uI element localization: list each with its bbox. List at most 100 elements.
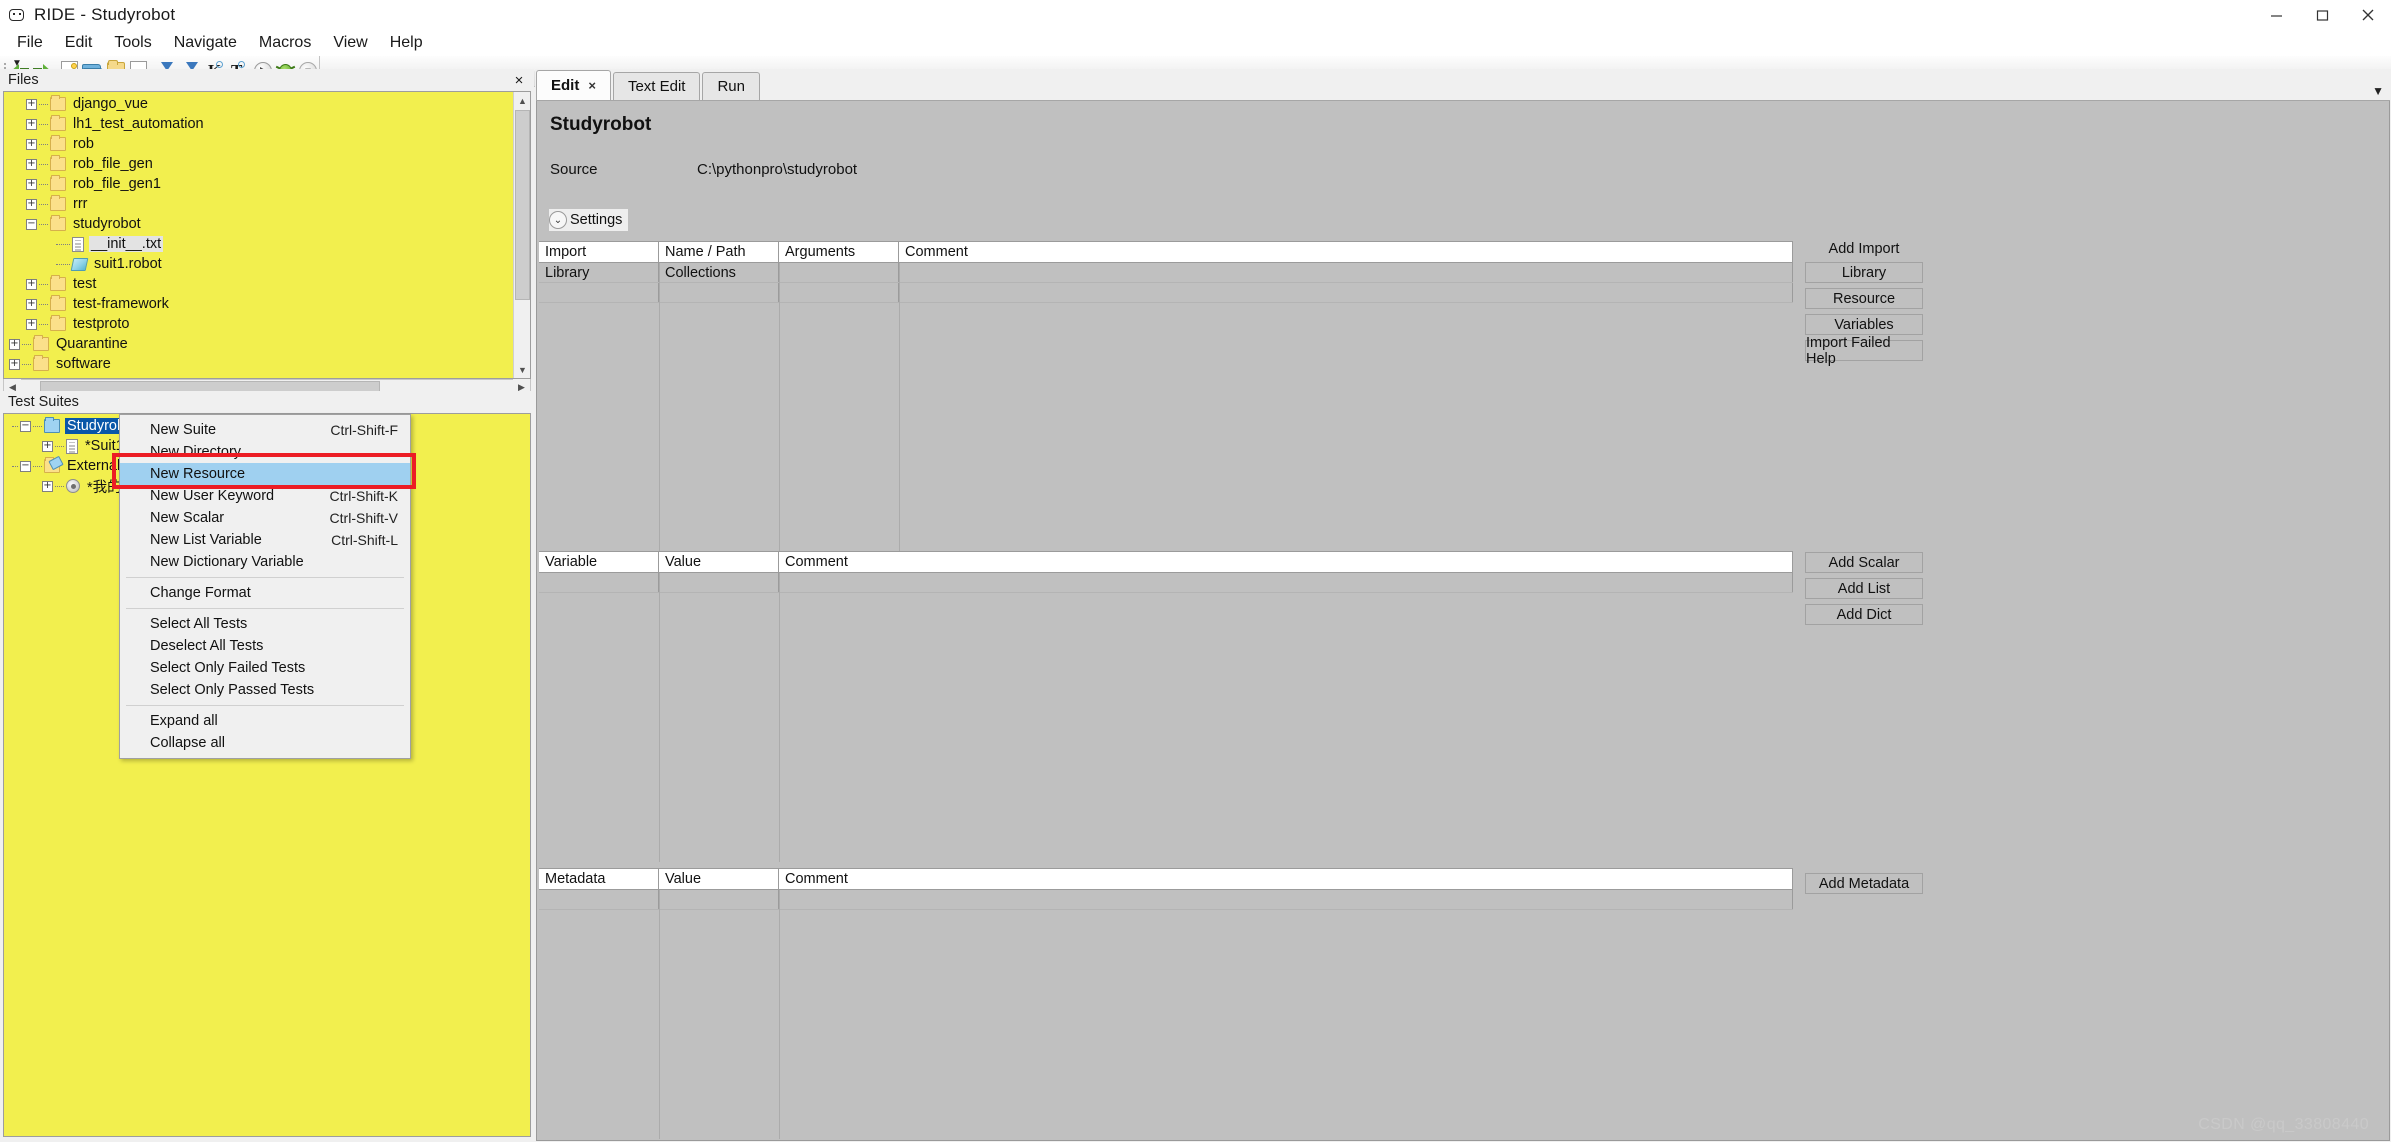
collapse-icon[interactable]: − <box>20 460 31 472</box>
menu-view[interactable]: View <box>322 32 378 54</box>
menu-item-change-format[interactable]: Change Format <box>120 582 410 604</box>
menu-tools[interactable]: Tools <box>103 32 162 54</box>
expander-icon[interactable]: + <box>26 118 37 130</box>
cell-empty[interactable] <box>899 283 1793 302</box>
expander-icon[interactable]: + <box>26 138 37 150</box>
collapse-icon[interactable]: − <box>20 420 31 432</box>
menu-item-new-scalar[interactable]: New Scalar Ctrl-Shift-V <box>120 507 410 529</box>
table-row[interactable] <box>539 890 1793 910</box>
settings-toggle[interactable]: ⌄ Settings <box>549 209 629 231</box>
menu-edit[interactable]: Edit <box>54 32 104 54</box>
tree-item[interactable]: + test <box>4 274 509 294</box>
collapse-icon[interactable]: − <box>26 218 37 230</box>
menu-item-collapse-all[interactable]: Collapse all <box>120 732 410 754</box>
tree-item[interactable]: + Quarantine <box>4 334 509 354</box>
tab-text-edit[interactable]: Text Edit <box>612 72 701 100</box>
cell-empty[interactable] <box>539 573 659 592</box>
tab-run[interactable]: Run <box>702 72 760 100</box>
tree-item[interactable]: + django_vue <box>4 94 509 114</box>
expander-icon[interactable]: + <box>26 158 37 170</box>
tree-item[interactable]: + test-framework <box>4 294 509 314</box>
variables-grid[interactable]: Variable Value Comment <box>539 551 1793 862</box>
close-button[interactable] <box>2345 0 2391 30</box>
add-list-button[interactable]: Add List <box>1805 578 1923 599</box>
expander-icon[interactable]: + <box>9 338 20 350</box>
cell-empty[interactable] <box>539 890 659 909</box>
files-tree-scrollbar[interactable]: ▲ ▼ <box>513 92 530 378</box>
menu-item-expand-all[interactable]: Expand all <box>120 710 410 732</box>
chevron-down-icon[interactable]: ⌄ <box>549 211 567 229</box>
add-metadata-button[interactable]: Add Metadata <box>1805 873 1923 894</box>
menu-item-new-dictionary-variable[interactable]: New Dictionary Variable <box>120 551 410 573</box>
scroll-up-icon[interactable]: ▲ <box>514 92 530 109</box>
menu-item-new-list-variable[interactable]: New List Variable Ctrl-Shift-L <box>120 529 410 551</box>
add-resource-button[interactable]: Resource <box>1805 288 1923 309</box>
expander-icon[interactable]: + <box>9 358 20 370</box>
add-variables-button[interactable]: Variables <box>1805 314 1923 335</box>
context-menu[interactable]: New Suite Ctrl-Shift-F New Directory New… <box>119 414 411 759</box>
menu-item-new-user-keyword[interactable]: New User Keyword Ctrl-Shift-K <box>120 485 410 507</box>
table-row[interactable]: Library Collections <box>539 263 1793 283</box>
imports-grid[interactable]: Import Name / Path Arguments Comment Lib… <box>539 241 1793 552</box>
tab-close-icon[interactable]: × <box>588 78 596 93</box>
add-dict-button[interactable]: Add Dict <box>1805 604 1923 625</box>
menu-navigate[interactable]: Navigate <box>163 32 248 54</box>
minimize-button[interactable] <box>2253 0 2299 30</box>
menu-item-select-all-tests[interactable]: Select All Tests <box>120 613 410 635</box>
expander-icon[interactable]: + <box>42 480 53 492</box>
menu-item-new-suite[interactable]: New Suite Ctrl-Shift-F <box>120 419 410 441</box>
tree-item[interactable]: + rob <box>4 134 509 154</box>
menu-item-deselect-all-tests[interactable]: Deselect All Tests <box>120 635 410 657</box>
menu-file[interactable]: File <box>6 32 54 54</box>
expander-icon[interactable]: + <box>26 198 37 210</box>
tree-item[interactable]: __init__.txt <box>4 234 509 254</box>
maximize-button[interactable] <box>2299 0 2345 30</box>
scrollbar-thumb[interactable] <box>515 110 530 300</box>
expander-icon[interactable]: + <box>42 440 53 452</box>
tree-item[interactable]: + testproto <box>4 314 509 334</box>
expander-icon[interactable]: + <box>26 298 37 310</box>
cell-empty[interactable] <box>779 890 1793 909</box>
close-icon[interactable]: × <box>511 72 527 89</box>
tree-item[interactable]: suit1.robot <box>4 254 509 274</box>
tree-item[interactable]: + rrr <box>4 194 509 214</box>
add-library-button[interactable]: Library <box>1805 262 1923 283</box>
tree-item[interactable]: + software <box>4 354 509 374</box>
tabstrip-overflow-icon[interactable]: ▼ <box>2372 85 2384 97</box>
tab-edit[interactable]: Edit × <box>536 70 611 100</box>
cell-empty[interactable] <box>539 283 659 302</box>
cell-import-type[interactable]: Library <box>539 263 659 282</box>
cell-import-name[interactable]: Collections <box>659 263 779 282</box>
metadata-grid[interactable]: Metadata Value Comment <box>539 868 1793 1139</box>
menu-bar: File Edit Tools Navigate Macros View Hel… <box>0 30 2391 56</box>
cell-empty[interactable] <box>779 573 1793 592</box>
expander-icon[interactable]: + <box>26 98 37 110</box>
text-file-icon <box>72 236 84 252</box>
files-tree[interactable]: + django_vue + lh1_test_automation + rob… <box>3 91 531 379</box>
menu-help[interactable]: Help <box>379 32 434 54</box>
tree-item[interactable]: + rob_file_gen <box>4 154 509 174</box>
tree-item[interactable]: − studyrobot <box>4 214 509 234</box>
table-row[interactable] <box>539 283 1793 303</box>
add-scalar-button[interactable]: Add Scalar <box>1805 552 1923 573</box>
import-failed-help-button[interactable]: Import Failed Help <box>1805 335 1923 367</box>
menu-macros[interactable]: Macros <box>248 32 322 54</box>
expander-icon[interactable]: + <box>26 178 37 190</box>
cell-import-comment[interactable] <box>899 263 1793 282</box>
tree-item[interactable]: + rob_file_gen1 <box>4 174 509 194</box>
menu-item-new-directory[interactable]: New Directory <box>120 441 410 463</box>
cell-empty[interactable] <box>659 573 779 592</box>
menu-item-select-only-passed-tests[interactable]: Select Only Passed Tests <box>120 679 410 701</box>
cell-empty[interactable] <box>659 890 779 909</box>
table-row[interactable] <box>539 573 1793 593</box>
expander-icon[interactable]: + <box>26 278 37 290</box>
cell-empty[interactable] <box>779 283 899 302</box>
expander-icon[interactable]: + <box>26 318 37 330</box>
folder-icon <box>50 135 66 151</box>
tree-item[interactable]: + lh1_test_automation <box>4 114 509 134</box>
menu-item-new-resource[interactable]: New Resource <box>120 463 410 485</box>
cell-import-arguments[interactable] <box>779 263 899 282</box>
menu-item-select-only-failed-tests[interactable]: Select Only Failed Tests <box>120 657 410 679</box>
scroll-down-icon[interactable]: ▼ <box>514 361 530 378</box>
cell-empty[interactable] <box>659 283 779 302</box>
